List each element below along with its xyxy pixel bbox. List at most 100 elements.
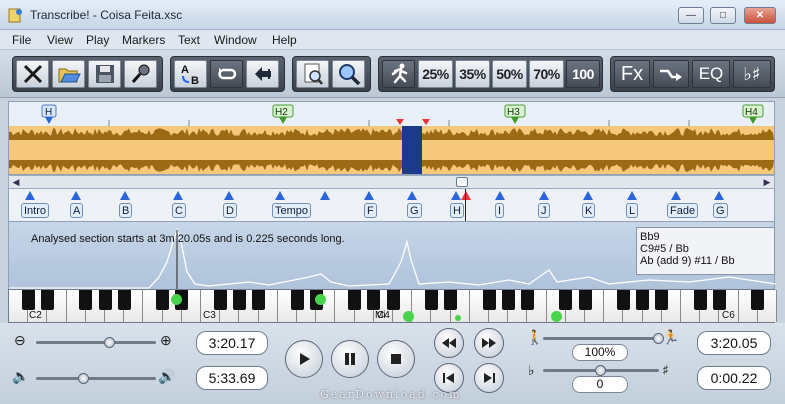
black-key[interactable]: [751, 290, 765, 310]
scroll-right-icon[interactable]: ▶: [761, 177, 773, 187]
black-key[interactable]: [712, 290, 726, 310]
marker-j[interactable]: J: [538, 203, 550, 218]
speed-70-button[interactable]: 70%: [529, 60, 564, 88]
record-button[interactable]: [124, 60, 157, 88]
speed-25-button[interactable]: 25%: [418, 60, 453, 88]
close-file-button[interactable]: [16, 60, 49, 88]
pause-button[interactable]: [331, 340, 369, 378]
zoom-slider[interactable]: [36, 341, 156, 344]
black-key[interactable]: [655, 290, 669, 310]
black-key[interactable]: [559, 290, 573, 310]
marker-i[interactable]: I: [495, 203, 505, 218]
rewind-button[interactable]: [434, 328, 464, 358]
flat-icon[interactable]: ♭: [528, 363, 535, 379]
marker-c[interactable]: C: [172, 203, 186, 218]
fast-forward-button[interactable]: [474, 328, 504, 358]
menu-window[interactable]: Window: [214, 33, 257, 47]
section-marker-h2[interactable]: H2: [272, 104, 294, 124]
menu-text[interactable]: Text: [178, 33, 200, 47]
marker-g2[interactable]: G: [713, 203, 728, 218]
pitch-slider-knob[interactable]: [595, 365, 606, 376]
slow-walker-icon[interactable]: 🚶: [526, 329, 543, 346]
black-key[interactable]: [213, 290, 227, 310]
maximize-button[interactable]: □: [710, 7, 736, 24]
zoom-slider-knob[interactable]: [104, 337, 116, 348]
menu-help[interactable]: Help: [272, 33, 297, 47]
black-key[interactable]: [520, 290, 534, 310]
black-key[interactable]: [578, 290, 592, 310]
section-ruler[interactable]: H H2 H3 H4: [9, 102, 774, 126]
waveform-panel[interactable]: H H2 H3 H4: [8, 101, 775, 175]
black-key[interactable]: [156, 290, 170, 310]
menu-file[interactable]: File: [12, 33, 31, 47]
marker-d[interactable]: D: [223, 203, 237, 218]
black-key[interactable]: [252, 290, 266, 310]
marker-k[interactable]: K: [582, 203, 596, 218]
speed-100-button[interactable]: 100: [566, 60, 600, 88]
black-key[interactable]: [232, 290, 246, 310]
position-time[interactable]: 3:20.17: [196, 331, 268, 355]
marker-b[interactable]: B: [119, 203, 133, 218]
marker-l[interactable]: L: [626, 203, 639, 218]
black-key[interactable]: [616, 290, 630, 310]
speed-50-button[interactable]: 50%: [492, 60, 527, 88]
black-key[interactable]: [348, 290, 362, 310]
black-key[interactable]: [636, 290, 650, 310]
fast-runner-icon[interactable]: 🏃: [662, 329, 679, 346]
black-key[interactable]: [693, 290, 707, 310]
key-transpose-button[interactable]: ♭♯: [733, 60, 771, 88]
volume-slider-knob[interactable]: [78, 373, 89, 384]
section-marker-h3[interactable]: H3: [504, 104, 526, 124]
black-key[interactable]: [79, 290, 93, 310]
speed-mode-button[interactable]: [382, 60, 415, 88]
black-key[interactable]: [386, 290, 400, 310]
black-key[interactable]: [424, 290, 438, 310]
horizontal-scrollbar[interactable]: ◀ ▶: [8, 175, 775, 189]
stereo-button[interactable]: [653, 60, 689, 88]
marker-tempo[interactable]: Tempo: [272, 203, 312, 218]
save-file-button[interactable]: [88, 60, 121, 88]
sharp-icon[interactable]: ♯: [662, 363, 669, 379]
marker-a[interactable]: A: [70, 203, 84, 218]
chord-item[interactable]: Bb9: [640, 231, 771, 243]
fx-button[interactable]: Fx: [614, 60, 650, 88]
speed-slider[interactable]: [543, 337, 659, 340]
zoom-out-icon[interactable]: ⊖: [14, 332, 26, 349]
markers-ruler[interactable]: Intro A B C D Tempo F G H I J K L Fade G: [8, 189, 775, 221]
waveform-display[interactable]: [9, 126, 774, 174]
play-button[interactable]: [285, 340, 323, 378]
loop-button[interactable]: [210, 60, 243, 88]
zoom-in-icon[interactable]: ⊕: [160, 332, 172, 349]
black-key[interactable]: [117, 290, 131, 310]
zoom-doc-button[interactable]: [296, 60, 329, 88]
piano-keyboard[interactable]: C2 C3 Mi C4 C6: [8, 289, 777, 323]
marker-h[interactable]: H: [450, 203, 464, 218]
menu-play[interactable]: Play: [86, 33, 109, 47]
black-key[interactable]: [40, 290, 54, 310]
close-button[interactable]: ✕: [744, 7, 776, 24]
volume-slider[interactable]: [36, 377, 156, 380]
minimize-button[interactable]: —: [678, 7, 704, 24]
marker-g[interactable]: G: [407, 203, 422, 218]
section-marker-h[interactable]: H: [41, 104, 57, 124]
open-file-button[interactable]: [52, 60, 85, 88]
go-to-end-button[interactable]: [474, 363, 504, 393]
swap-button[interactable]: AB: [174, 60, 207, 88]
menu-markers[interactable]: Markers: [122, 33, 165, 47]
section-marker-h4[interactable]: H4: [742, 104, 764, 124]
scroll-left-icon[interactable]: ◀: [10, 177, 22, 187]
speed-35-button[interactable]: 35%: [455, 60, 490, 88]
return-to-start-button[interactable]: [246, 60, 279, 88]
chord-item[interactable]: Ab (add 9) #11 / Bb: [640, 255, 771, 267]
scroll-thumb[interactable]: [456, 177, 468, 187]
marker-fade[interactable]: Fade: [667, 203, 699, 218]
volume-high-icon[interactable]: 🔊: [158, 368, 175, 385]
eq-button[interactable]: EQ: [692, 60, 730, 88]
volume-low-icon[interactable]: 🔈: [12, 368, 29, 385]
marker-intro[interactable]: Intro: [21, 203, 50, 218]
pitch-value[interactable]: 0: [572, 376, 628, 393]
marker-f[interactable]: F: [364, 203, 377, 218]
black-key[interactable]: [501, 290, 515, 310]
stop-button[interactable]: [377, 340, 415, 378]
menu-view[interactable]: View: [47, 33, 73, 47]
